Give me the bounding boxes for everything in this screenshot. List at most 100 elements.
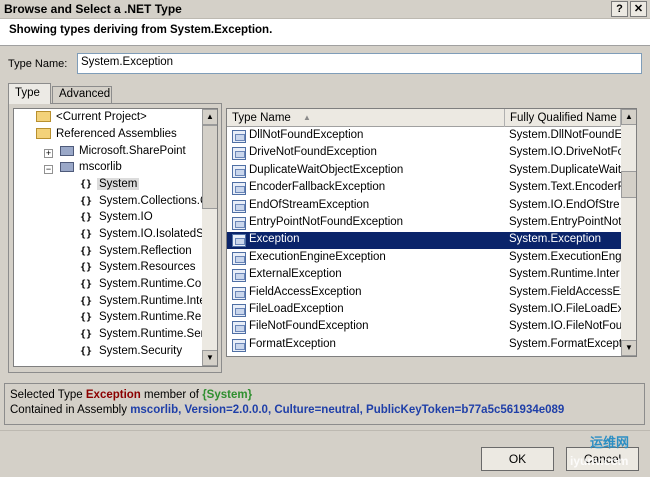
type-row[interactable]: DuplicateWaitObjectException System.Dupli… <box>227 163 621 180</box>
type-row[interactable]: EncoderFallbackException System.Text.Enco… <box>227 180 621 197</box>
tree-item-label: System.Collections.G <box>99 195 209 207</box>
list-scroll-down-button[interactable]: ▼ <box>621 340 636 356</box>
help-button[interactable]: ? <box>611 1 628 17</box>
column-header-type-name[interactable]: Type Name ▲ <box>227 109 505 127</box>
type-row[interactable]: FieldAccessException System.FieldAccessEx <box>227 285 621 302</box>
tab-advanced[interactable]: Advanced <box>52 86 112 104</box>
tree-item-label: System.Resources <box>99 261 196 273</box>
column-header-fqn[interactable]: Fully Qualified Name <box>505 109 621 127</box>
tree-item[interactable]: {} System.Runtime.Com <box>80 278 213 294</box>
tree-item-label: System <box>97 178 140 190</box>
tree-item-label: System.Runtime.Com <box>99 278 211 290</box>
fqn-cell: System.FormatExcept <box>509 337 621 350</box>
namespace-tree[interactable]: <Current Project> Referenced Assemblies + M… <box>13 108 218 367</box>
namespace-icon: {} <box>80 279 93 290</box>
tree-item[interactable]: {} System <box>80 178 140 194</box>
fqn-cell: System.FieldAccessEx <box>509 285 621 298</box>
type-list[interactable]: Type Name ▲ Fully Qualified Name DllNotF… <box>226 108 637 357</box>
tree-item[interactable]: {} System.Runtime.Seri <box>80 328 209 344</box>
type-name-input[interactable]: System.Exception <box>77 53 642 74</box>
tree-item[interactable]: {} System.Resources <box>80 261 198 277</box>
namespace-icon: {} <box>80 312 93 323</box>
expand-icon[interactable]: + <box>44 149 53 158</box>
tree-item[interactable]: {} System.Runtime.Rem <box>80 311 213 327</box>
tree-item-label: System.Runtime.Rem <box>99 311 211 323</box>
fqn-cell: System.Text.EncoderF <box>509 181 621 194</box>
type-row[interactable]: FormatException System.FormatExcept <box>227 337 621 354</box>
collapse-icon[interactable]: − <box>44 165 53 174</box>
type-name-cell: EncoderFallbackException <box>249 181 386 194</box>
type-row[interactable]: ExternalException System.Runtime.Inter <box>227 267 621 284</box>
fqn-cell: System.IO.EndOfStre <box>509 198 620 211</box>
type-name-label: Type Name: <box>8 58 68 70</box>
class-icon <box>232 147 246 161</box>
tree-item[interactable]: Microsoft.SharePoint <box>60 145 188 161</box>
tree-item[interactable]: Referenced Assemblies <box>36 128 179 144</box>
tree-item[interactable]: {} System.IO <box>80 211 155 227</box>
tree-item-label: <Current Project> <box>56 111 147 123</box>
column-type-name-label: Type Name <box>232 112 291 124</box>
ok-button[interactable]: OK <box>481 447 554 471</box>
tree-item[interactable]: {} System.Security <box>80 345 184 361</box>
tree-item[interactable]: {} System.Collections.G <box>80 195 211 211</box>
fqn-cell: System.ExecutionEngi <box>509 250 621 263</box>
namespace-icon: {} <box>80 229 93 240</box>
tree-item-label: System.IO.IsolatedS <box>99 228 204 240</box>
tree-item[interactable]: {} System.IO.IsolatedS <box>80 228 206 244</box>
selection-status: Selected Type Exception member of {Syste… <box>4 383 645 425</box>
type-row[interactable]: EndOfStreamException System.IO.EndOfStre <box>227 198 621 215</box>
type-row[interactable]: FileLoadException System.IO.FileLoadEx <box>227 302 621 319</box>
tree-vertical-scrollbar[interactable]: ▲ ▼ <box>202 109 217 366</box>
tree-scroll-down-button[interactable]: ▼ <box>202 350 217 366</box>
tree-item[interactable]: {} System.Reflection <box>80 245 194 261</box>
selected-type-line: Selected Type Exception member of {Syste… <box>10 389 252 401</box>
watermark-url: iyunv.com <box>570 454 629 468</box>
watermark: 运维网 iyunv.com <box>570 430 646 475</box>
selected-namespace: {System} <box>202 389 253 401</box>
type-name-cell: FileNotFoundException <box>249 320 369 333</box>
type-row[interactable]: DriveNotFoundException System.IO.DriveNot… <box>227 145 621 162</box>
tree-scroll-thumb[interactable] <box>202 125 217 209</box>
class-icon <box>232 321 246 335</box>
assembly-prefix: Contained in Assembly <box>10 404 131 416</box>
type-row[interactable]: ExecutionEngineException System.Execution… <box>227 250 621 267</box>
namespace-icon: {} <box>80 346 93 357</box>
fqn-cell: System.Runtime.Inter <box>509 268 620 281</box>
tree-item-label: System.Security <box>99 345 183 357</box>
list-vertical-scrollbar[interactable]: ▲ ▼ <box>621 109 636 356</box>
type-row[interactable]: FileNotFoundException System.IO.FileNotFo… <box>227 319 621 336</box>
selected-type-prefix: Selected Type <box>10 389 86 401</box>
type-name-cell: DriveNotFoundException <box>249 146 377 159</box>
namespace-icon: {} <box>80 179 93 190</box>
list-scroll-thumb[interactable] <box>621 171 636 198</box>
class-icon <box>232 164 246 178</box>
assembly-name: mscorlib, Version=2.0.0.0, Culture=neutr… <box>130 404 565 416</box>
class-icon <box>232 199 246 213</box>
type-row[interactable]: DllNotFoundException System.DllNotFoundEx <box>227 128 621 145</box>
type-name-cell: ExternalException <box>249 268 342 281</box>
tree-item-label: System.Runtime.Inte <box>99 295 206 307</box>
tree-item-label: Microsoft.SharePoint <box>79 145 186 157</box>
list-scroll-up-button[interactable]: ▲ <box>621 109 636 125</box>
fqn-cell: System.IO.FileLoadEx <box>509 303 621 315</box>
type-row[interactable]: EntryPointNotFoundException System.EntryP… <box>227 215 621 232</box>
tree-item[interactable]: mscorlib <box>60 161 124 177</box>
type-name-cell: DllNotFoundException <box>249 129 364 141</box>
namespace-icon: {} <box>80 296 93 307</box>
type-name-cell: FieldAccessException <box>249 285 362 298</box>
folder-icon <box>36 128 51 140</box>
type-name-cell: Exception <box>249 233 300 246</box>
tree-item-label: System.Runtime.Seri <box>99 328 208 340</box>
type-row[interactable]: Exception System.Exception <box>227 232 621 250</box>
class-icon <box>232 234 246 248</box>
fqn-cell: System.DuplicateWaitO <box>509 163 621 176</box>
tree-scroll-up-button[interactable]: ▲ <box>202 109 217 125</box>
tree-item[interactable]: <Current Project> <box>36 111 149 127</box>
tree-item-label: Referenced Assemblies <box>56 128 177 140</box>
type-name-cell: DuplicateWaitObjectException <box>249 163 404 176</box>
tab-type[interactable]: Type <box>8 83 51 104</box>
close-button[interactable]: ✕ <box>630 1 647 17</box>
member-of-text: member of <box>140 389 203 401</box>
tree-item[interactable]: {} System.Runtime.Inte <box>80 295 208 311</box>
type-name-cell: EndOfStreamException <box>249 198 370 211</box>
